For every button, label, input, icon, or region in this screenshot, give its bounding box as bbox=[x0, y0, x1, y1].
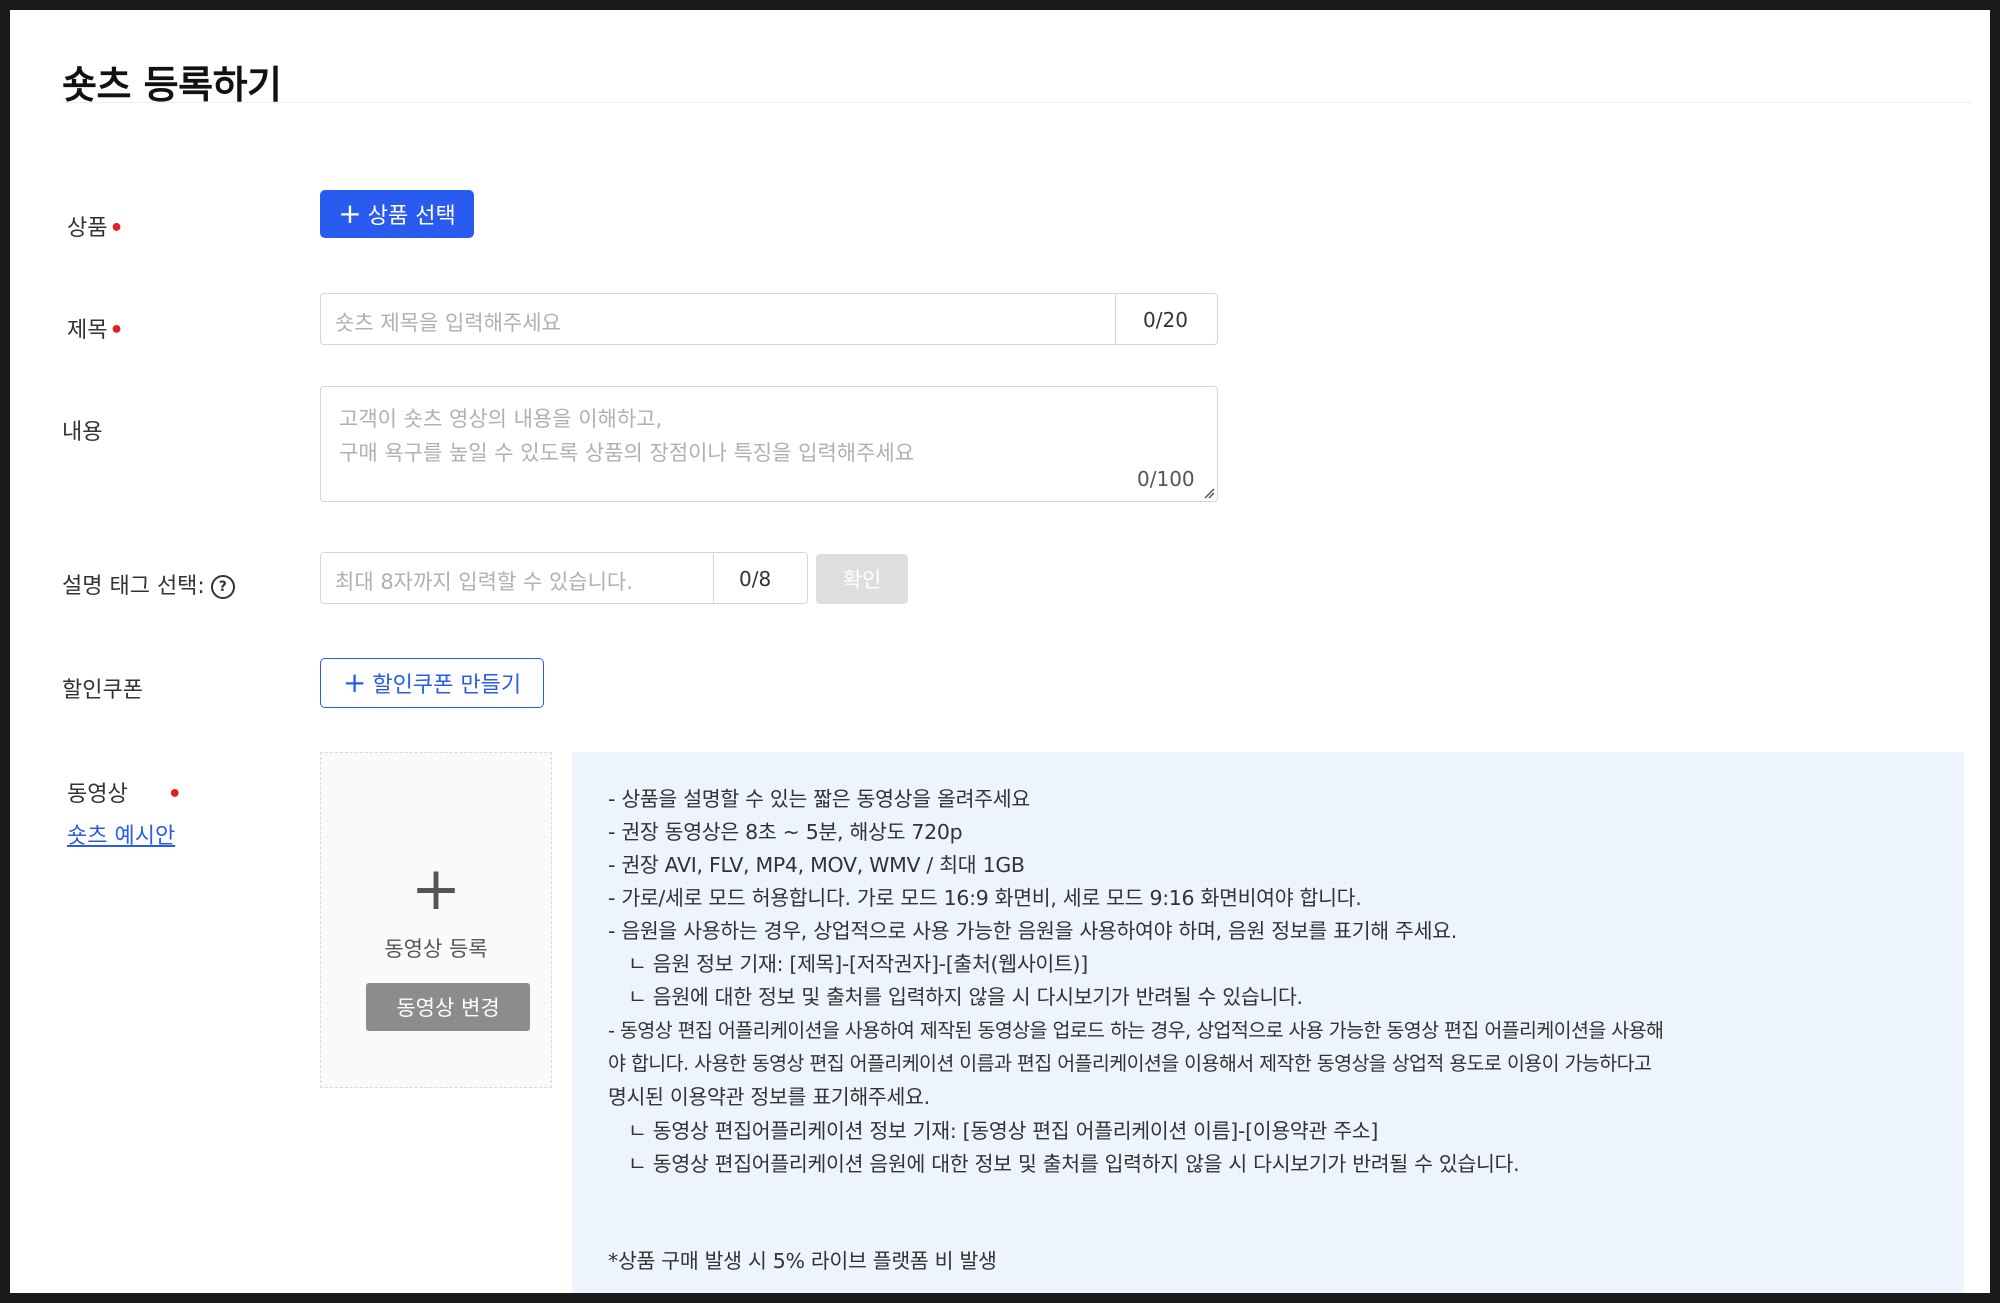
tag-input-placeholder: 최대 8자까지 입력할 수 있습니다. bbox=[335, 570, 633, 594]
create-coupon-button[interactable]: + 할인쿠폰 만들기 bbox=[320, 658, 544, 708]
guideline-line: ㄴ 동영상 편집어플리케이션 음원에 대한 정보 및 출처를 입력하지 않을 시… bbox=[628, 1152, 1520, 1176]
content-placeholder-line1: 고객이 숏츠 영상의 내용을 이해하고, bbox=[339, 407, 663, 431]
guideline-line: - 권장 동영상은 8초 ~ 5분, 해상도 720p bbox=[608, 820, 963, 844]
tag-confirm-button[interactable]: 확인 bbox=[816, 554, 908, 604]
title-input[interactable]: 숏츠 제목을 입력해주세요 0/20 bbox=[320, 293, 1218, 345]
guideline-line: - 가로/세로 모드 허용합니다. 가로 모드 16:9 화면비, 세로 모드 … bbox=[608, 886, 1362, 910]
guideline-line: - 상품을 설명할 수 있는 짧은 동영상을 올려주세요 bbox=[608, 787, 1030, 811]
page-title: 숏츠 등록하기 bbox=[62, 63, 282, 107]
create-coupon-button-label: 할인쿠폰 만들기 bbox=[372, 673, 522, 698]
guideline-line: - 권장 AVI, FLV, MP4, MOV, WMV / 최대 1GB bbox=[608, 853, 1025, 877]
plus-icon: + bbox=[342, 666, 367, 699]
required-mark: • bbox=[109, 216, 124, 241]
guideline-line: ㄴ 동영상 편집어플리케이션 정보 기재: [동영상 편집 어플리케이션 이름]… bbox=[628, 1119, 1379, 1143]
shorts-register-page: 숏츠 등록하기 상품• + 상품 선택 제목• 숏츠 제목을 입력해주세요 0/… bbox=[10, 10, 1990, 1293]
required-mark: • bbox=[109, 318, 124, 343]
content-placeholder-line2: 구매 욕구를 높일 수 있도록 상품의 장점이나 특징을 입력해주세요 bbox=[339, 441, 915, 465]
product-label-text: 상품 bbox=[67, 216, 108, 241]
video-guidelines: - 상품을 설명할 수 있는 짧은 동영상을 올려주세요 - 권장 동영상은 8… bbox=[572, 752, 1964, 1293]
coupon-label: 할인쿠폰 bbox=[62, 678, 143, 703]
content-textarea[interactable]: 고객이 숏츠 영상의 내용을 이해하고, 구매 욕구를 높일 수 있도록 상품의… bbox=[320, 386, 1218, 502]
resize-handle-icon[interactable] bbox=[1203, 487, 1215, 499]
upload-plus-icon: + bbox=[410, 854, 462, 924]
platform-fee-note: *상품 구매 발생 시 5% 라이브 플랫폼 비 발생 bbox=[608, 1249, 997, 1273]
plus-icon: + bbox=[338, 197, 362, 230]
guideline-line: ㄴ 음원에 대한 정보 및 출처를 입력하지 않을 시 다시보기가 반려될 수 … bbox=[628, 985, 1303, 1009]
title-divider bbox=[62, 102, 1972, 103]
title-input-placeholder: 숏츠 제목을 입력해주세요 bbox=[335, 311, 561, 335]
counter-divider bbox=[1115, 294, 1116, 344]
guideline-line: ㄴ 음원 정보 기재: [제목]-[저작권자]-[출처(웹사이트)] bbox=[628, 952, 1088, 976]
change-video-button[interactable]: 동영상 변경 bbox=[366, 983, 530, 1031]
guideline-line: - 음원을 사용하는 경우, 상업적으로 사용 가능한 음원을 사용하여야 하며… bbox=[608, 919, 1457, 943]
help-icon[interactable]: ? bbox=[210, 575, 235, 599]
title-label-text: 제목 bbox=[67, 318, 108, 343]
tag-input[interactable]: 최대 8자까지 입력할 수 있습니다. 0/8 bbox=[320, 552, 808, 604]
title-char-counter: 0/20 bbox=[1143, 308, 1188, 332]
select-product-button[interactable]: + 상품 선택 bbox=[320, 190, 474, 238]
guideline-line: - 동영상 편집 어플리케이션을 사용하여 제작된 동영상을 업로드 하는 경우… bbox=[608, 1019, 1664, 1042]
video-upload-label: 동영상 등록 bbox=[384, 937, 488, 961]
tags-label: 설명 태그 선택:? bbox=[62, 568, 235, 600]
video-label-text: 동영상 bbox=[67, 782, 128, 807]
tag-char-counter: 0/8 bbox=[739, 567, 772, 591]
content-label: 내용 bbox=[62, 420, 103, 445]
video-label: 동영상 • bbox=[67, 776, 182, 808]
shorts-sample-link[interactable]: 숏츠 예시안 bbox=[67, 818, 175, 850]
video-upload-area[interactable]: + 동영상 등록 동영상 변경 bbox=[320, 752, 552, 1088]
required-mark: • bbox=[167, 782, 182, 807]
content-char-counter: 0/100 bbox=[1137, 467, 1195, 491]
tags-label-text: 설명 태그 선택: bbox=[62, 574, 205, 599]
title-label: 제목• bbox=[67, 312, 124, 344]
select-product-button-label: 상품 선택 bbox=[367, 204, 456, 229]
counter-divider bbox=[713, 553, 714, 603]
guideline-line: 명시된 이용약관 정보를 표기해주세요. bbox=[608, 1085, 930, 1109]
guideline-line: 야 합니다. 사용한 동영상 편집 어플리케이션 이름과 편집 어플리케이션을 … bbox=[608, 1052, 1652, 1075]
product-label: 상품• bbox=[67, 210, 124, 242]
